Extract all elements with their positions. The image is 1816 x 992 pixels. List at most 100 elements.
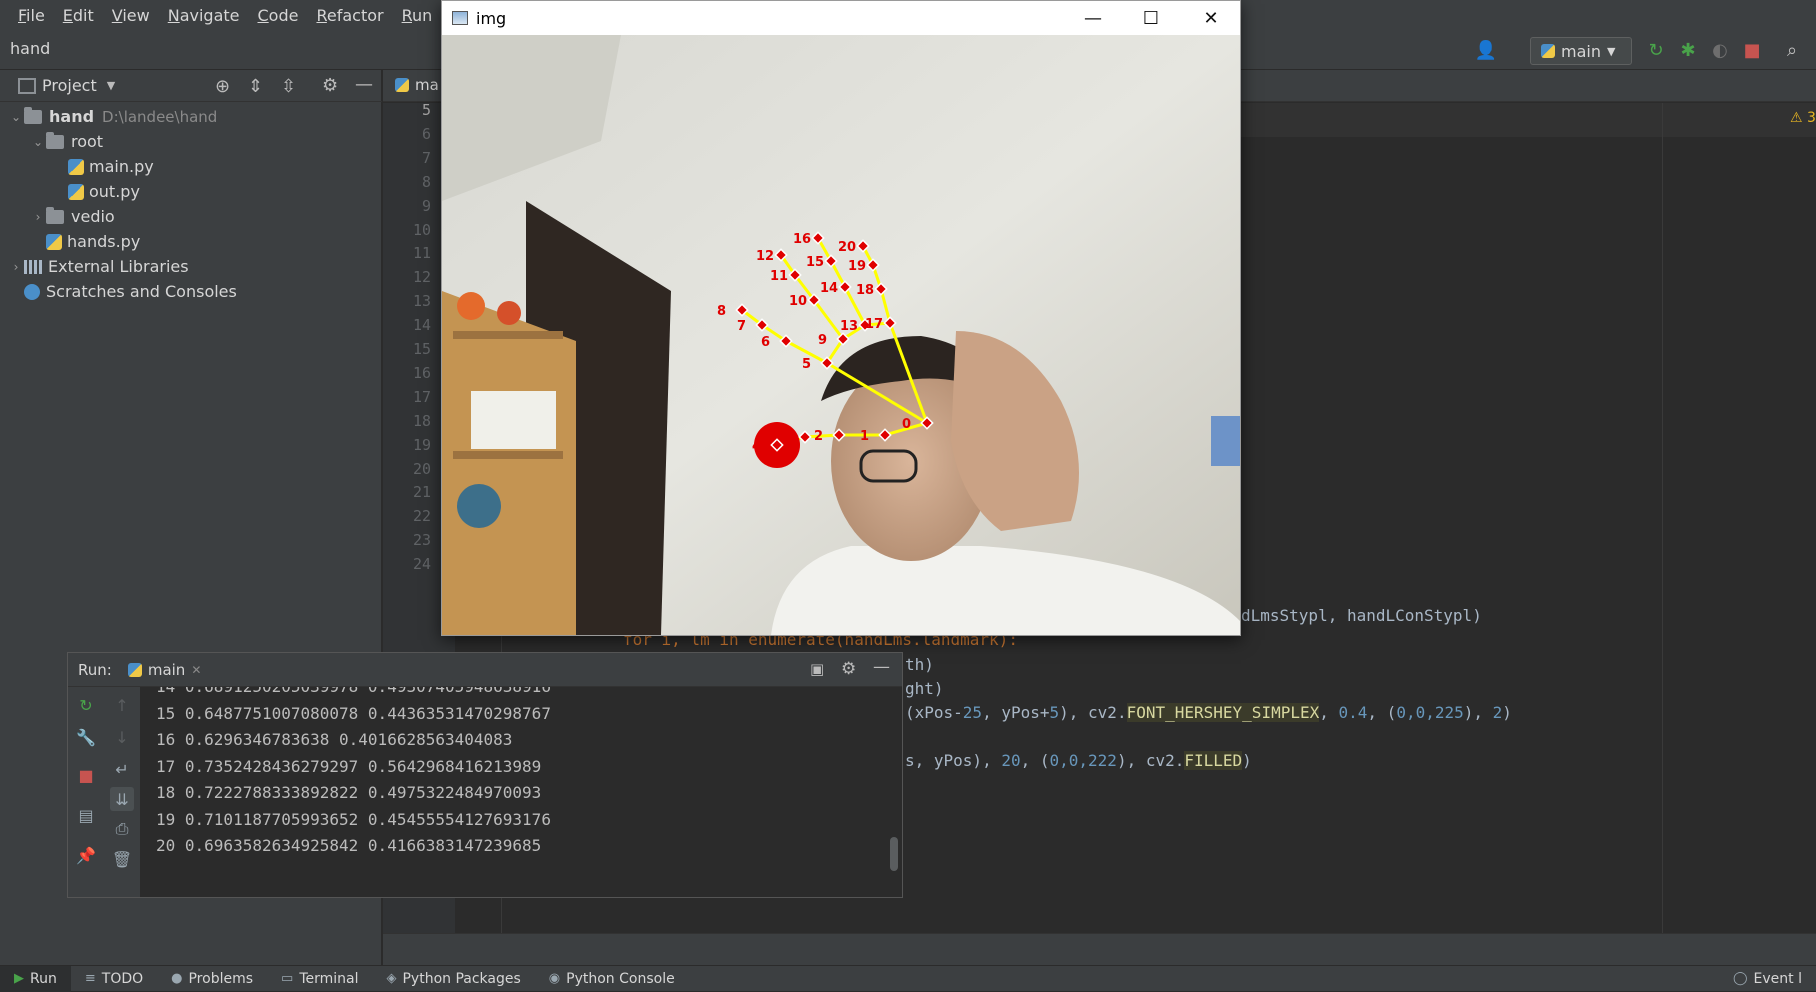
tool-window-python-packages[interactable]: ◈ Python Packages: [372, 966, 534, 992]
close-icon[interactable]: ✕: [191, 663, 201, 677]
user-icon[interactable]: 👤: [1474, 38, 1498, 62]
menu-item[interactable]: File: [0, 6, 54, 25]
locate-icon[interactable]: ⊕: [215, 76, 230, 97]
tree-item[interactable]: Scratches and Consoles: [0, 279, 237, 304]
chevron-right-icon[interactable]: ›: [30, 210, 46, 224]
tree-item[interactable]: › vedio: [0, 204, 115, 229]
line-number: 6: [421, 124, 431, 143]
console-line: 19 0.7101187705993652 0.4545555412769317…: [156, 809, 551, 829]
debug-icon[interactable]: ✱: [1676, 38, 1700, 62]
event-log-icon: ◯: [1732, 971, 1748, 986]
menu-item[interactable]: View: [103, 6, 159, 25]
warning-icon: ⚠: [1790, 110, 1803, 126]
minimize-window-button[interactable]: —: [1064, 3, 1122, 33]
rerun-icon[interactable]: ↻: [74, 693, 98, 717]
chevron-down-icon[interactable]: ⌄: [8, 110, 24, 124]
gear-icon[interactable]: ⚙: [841, 659, 856, 679]
tool-window-run[interactable]: ▶ Run: [0, 965, 71, 992]
chevron-down-icon[interactable]: ▼: [107, 79, 115, 92]
line-number: 18: [412, 411, 431, 430]
event-log-button[interactable]: ◯ Event l: [1719, 966, 1816, 992]
stop-icon[interactable]: ■: [1740, 38, 1764, 62]
landmark-label: 4: [752, 439, 761, 454]
landmark-label: 0: [902, 417, 911, 432]
soft-wrap-icon[interactable]: ↵: [110, 757, 134, 781]
run-config-label: main: [1561, 41, 1601, 61]
tool-window-problems[interactable]: ● Problems: [157, 966, 267, 992]
python-file-icon: [68, 183, 84, 200]
tree-item[interactable]: out.py: [0, 179, 140, 204]
run-config-selector[interactable]: main ▼: [1530, 37, 1632, 65]
wrench-icon[interactable]: 🔧: [74, 725, 98, 749]
pin-icon[interactable]: 📌: [74, 843, 98, 867]
tab-main-py[interactable]: ma: [395, 76, 439, 94]
expand-all-icon[interactable]: ⇕: [248, 76, 263, 97]
minimize-icon[interactable]: —: [355, 74, 373, 95]
landmark-label: 17: [865, 317, 883, 332]
tool-window-python-console[interactable]: ◉ Python Console: [535, 966, 689, 992]
menu-item[interactable]: Refactor: [307, 6, 392, 25]
chevron-right-icon[interactable]: ›: [8, 260, 24, 274]
landmark-label: 15: [806, 255, 824, 270]
trash-icon[interactable]: 🗑: [110, 847, 134, 871]
chevron-down-icon[interactable]: ⌄: [30, 135, 46, 149]
img-window-titlebar[interactable]: img — ☐ ✕: [442, 1, 1240, 35]
tree-item[interactable]: › External Libraries: [0, 254, 189, 279]
maximize-window-button[interactable]: ☐: [1122, 3, 1180, 33]
run-panel-header: Run: main ✕ ▣ ⚙ —: [68, 653, 902, 687]
python-file-icon: [395, 78, 409, 92]
code-line-25: th): [905, 655, 934, 674]
search-icon[interactable]: ⌕: [1780, 38, 1804, 62]
arrow-down-icon[interactable]: ↓: [110, 725, 134, 749]
coverage-icon[interactable]: ◐: [1708, 38, 1732, 62]
collapse-all-icon[interactable]: ⇳: [281, 76, 296, 97]
close-window-button[interactable]: ✕: [1182, 3, 1240, 33]
library-icon: [24, 259, 42, 274]
tree-item[interactable]: main.py: [0, 154, 154, 179]
minimize-icon[interactable]: —: [873, 657, 890, 677]
gear-icon[interactable]: ⚙: [322, 75, 338, 96]
rerun-icon[interactable]: ↻: [1644, 38, 1668, 62]
console-scrollbar[interactable]: [890, 837, 898, 871]
landmark-label: 13: [840, 319, 858, 334]
line-number: 7: [421, 148, 431, 167]
stop-icon[interactable]: ■: [74, 763, 98, 787]
line-number: 17: [412, 387, 431, 406]
menu-item[interactable]: Run: [393, 6, 442, 25]
run-tab-main[interactable]: main ✕: [127, 661, 201, 679]
menu-item[interactable]: Code: [249, 6, 308, 25]
terminal-icon: ▭: [281, 971, 294, 986]
line-number: 11: [412, 244, 431, 263]
tool-window-bar: ▶ Run ≡ TODO ● Problems ▭ Terminal ◈ Python Packa…: [0, 965, 1816, 992]
line-number: 10: [412, 220, 431, 239]
line-number: 8: [421, 172, 431, 191]
console-output[interactable]: 14 0.6891250205039978 0.4930740594863891…: [142, 687, 902, 897]
menu-item[interactable]: Edit: [54, 6, 103, 25]
arrow-up-icon[interactable]: ↑: [110, 693, 134, 717]
breadcrumb[interactable]: hand: [10, 39, 50, 58]
line-number: 12: [412, 268, 431, 287]
shelf-books: [471, 391, 556, 449]
tree-item[interactable]: ⌄ hand D:\landee\hand: [0, 104, 217, 129]
layout-icon[interactable]: ▣: [810, 660, 824, 678]
layout-icon[interactable]: ▤: [74, 803, 98, 827]
shelf-board: [453, 331, 563, 339]
scroll-to-end-icon[interactable]: ⇊: [110, 787, 134, 811]
tab-label: ma: [415, 76, 439, 94]
landmark-label: 6: [761, 335, 770, 350]
landmark-label: 1: [860, 429, 869, 444]
project-panel-title[interactable]: Project: [42, 76, 97, 95]
folder-icon: [46, 206, 64, 224]
warning-indicator[interactable]: ⚠ 3: [1790, 110, 1816, 126]
tree-item[interactable]: hands.py: [0, 229, 140, 254]
packages-icon: ◈: [386, 971, 397, 986]
toy-ball: [497, 301, 521, 325]
line-number: 15: [412, 340, 431, 358]
tool-window-terminal[interactable]: ▭ Terminal: [267, 966, 372, 992]
tree-item[interactable]: ⌄ root: [0, 129, 103, 154]
menu-item[interactable]: Navigate: [159, 6, 249, 25]
tool-window-todo[interactable]: ≡ TODO: [71, 966, 157, 992]
line-number: 21: [412, 483, 431, 502]
img-window[interactable]: img — ☐ ✕ 0 1 2 3 4 5 6 7 8 9 10 11 12 1…: [441, 0, 1241, 636]
print-icon[interactable]: ⎙: [110, 817, 134, 841]
